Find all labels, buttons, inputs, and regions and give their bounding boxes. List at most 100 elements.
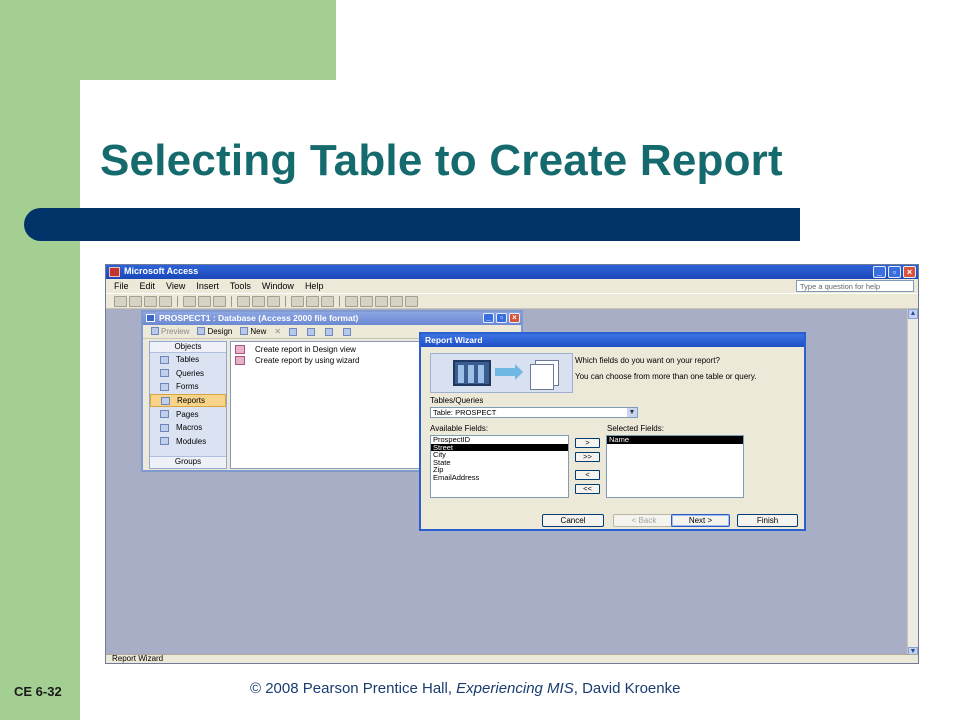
- top-green-band: [0, 0, 336, 80]
- object-tables[interactable]: Tables: [150, 353, 226, 367]
- new-button[interactable]: New: [240, 327, 266, 336]
- tables-queries-label: Tables/Queries: [430, 396, 484, 405]
- selected-fields-list[interactable]: Name: [606, 435, 744, 498]
- help-icon[interactable]: [405, 295, 418, 307]
- print-icon[interactable]: [183, 295, 196, 307]
- table-icon: [160, 355, 169, 364]
- available-fields-list[interactable]: ProspectID Street City State Zip EmailAd…: [430, 435, 569, 498]
- slide-title: Selecting Table to Create Report: [100, 136, 783, 185]
- tables-queries-value: Table: PROSPECT: [433, 408, 497, 417]
- toolbar-separator: [339, 295, 340, 307]
- file-search-icon[interactable]: [159, 295, 172, 307]
- help-search-input[interactable]: Type a question for help: [796, 280, 914, 292]
- add-all-fields-button[interactable]: >>: [575, 452, 600, 462]
- footer-book-title: Experiencing MIS: [456, 680, 574, 697]
- spelling-icon[interactable]: [213, 295, 226, 307]
- remove-all-fields-button[interactable]: <<: [575, 484, 600, 494]
- page-icon: [160, 410, 169, 419]
- object-reports[interactable]: Reports: [150, 393, 226, 408]
- copy-icon[interactable]: [252, 295, 265, 307]
- new-file-icon[interactable]: [114, 295, 127, 307]
- cut-icon[interactable]: [237, 295, 250, 307]
- selected-fields-label: Selected Fields:: [607, 424, 664, 433]
- wizard-question: Which fields do you want on your report?: [575, 356, 720, 365]
- query-icon: [160, 369, 169, 378]
- db-minimize-button[interactable]: _: [483, 313, 494, 323]
- list-item-label: Create report by using wizard: [255, 356, 360, 365]
- vertical-scrollbar[interactable]: ▲ ▼: [907, 309, 918, 657]
- available-fields-label: Available Fields:: [430, 424, 489, 433]
- design-button[interactable]: Design: [197, 327, 232, 336]
- preview-button[interactable]: Preview: [151, 327, 189, 336]
- finish-button[interactable]: Finish: [737, 514, 798, 527]
- list-item[interactable]: State: [431, 459, 568, 467]
- next-button[interactable]: Next >: [671, 514, 730, 527]
- menu-window[interactable]: Window: [262, 281, 294, 293]
- menu-file[interactable]: File: [114, 281, 129, 293]
- open-folder-icon[interactable]: [129, 295, 142, 307]
- minimize-button[interactable]: _: [873, 266, 886, 278]
- office-links-icon[interactable]: [306, 295, 319, 307]
- list-item[interactable]: City: [431, 451, 568, 459]
- add-field-button[interactable]: >: [575, 438, 600, 448]
- title-underline-bar: [24, 208, 800, 241]
- access-key-icon: [109, 267, 120, 277]
- paste-icon[interactable]: [267, 295, 280, 307]
- objects-header[interactable]: Objects: [150, 342, 226, 353]
- chevron-down-icon[interactable]: ▼: [627, 408, 637, 417]
- toolbar-separator: [231, 295, 232, 307]
- list-view-icon[interactable]: [325, 327, 334, 336]
- small-icons-icon[interactable]: [307, 327, 316, 336]
- object-label: Queries: [176, 368, 205, 378]
- design-report-icon: [235, 345, 245, 354]
- object-forms[interactable]: Forms: [150, 380, 226, 394]
- preview-label: Preview: [161, 327, 190, 336]
- new-object-icon[interactable]: [390, 295, 403, 307]
- database-icon: [146, 314, 155, 322]
- list-item[interactable]: Street: [431, 443, 568, 452]
- db-maximize-button[interactable]: ▫: [496, 313, 507, 323]
- script-editor-icon[interactable]: [360, 295, 373, 307]
- database-title-text: PROSPECT1 : Database (Access 2000 file f…: [159, 313, 359, 323]
- undo-icon[interactable]: [291, 295, 304, 307]
- list-item[interactable]: Name: [607, 436, 743, 444]
- form-icon: [160, 382, 169, 391]
- menu-view[interactable]: View: [166, 281, 185, 293]
- object-queries[interactable]: Queries: [150, 367, 226, 381]
- groups-label: Groups: [174, 457, 202, 466]
- scroll-up-arrow-icon[interactable]: ▲: [908, 309, 918, 319]
- objects-panel: Objects Tables Queries Forms Reports Pag…: [149, 341, 227, 469]
- db-close-button[interactable]: ×: [509, 313, 520, 323]
- close-button[interactable]: ×: [903, 266, 916, 278]
- menu-tools[interactable]: Tools: [230, 281, 251, 293]
- object-label: Reports: [177, 396, 206, 406]
- design-label: Design: [207, 327, 233, 336]
- slide-number: CE 6-32: [14, 684, 62, 699]
- menu-help[interactable]: Help: [305, 281, 324, 293]
- object-label: Modules: [176, 436, 207, 446]
- analyze-icon[interactable]: [321, 295, 334, 307]
- object-modules[interactable]: Modules: [150, 435, 226, 449]
- menu-edit[interactable]: Edit: [140, 281, 156, 293]
- delete-icon[interactable]: ✕: [274, 327, 281, 336]
- object-macros[interactable]: Macros: [150, 421, 226, 435]
- code-icon[interactable]: [345, 295, 358, 307]
- details-view-icon[interactable]: [343, 327, 352, 336]
- tables-queries-select[interactable]: Table: PROSPECT ▼: [430, 407, 638, 418]
- relationships-icon[interactable]: [375, 295, 388, 307]
- remove-field-button[interactable]: <: [575, 470, 600, 480]
- maximize-button[interactable]: ▫: [888, 266, 901, 278]
- back-button[interactable]: < Back: [613, 514, 675, 527]
- groups-header[interactable]: Groups: [150, 456, 226, 468]
- menu-insert[interactable]: Insert: [196, 281, 219, 293]
- object-pages[interactable]: Pages: [150, 407, 226, 421]
- access-window: Microsoft Access _ ▫ × File Edit View In…: [105, 264, 919, 664]
- module-icon: [160, 437, 169, 446]
- wizard-illustration: [430, 353, 573, 393]
- database-window-controls: _ ▫ ×: [483, 313, 520, 323]
- large-icons-icon[interactable]: [289, 327, 298, 336]
- save-icon[interactable]: [144, 295, 157, 307]
- print-preview-icon[interactable]: [198, 295, 211, 307]
- cancel-button[interactable]: Cancel: [542, 514, 604, 527]
- list-item[interactable]: EmailAddress: [431, 474, 568, 482]
